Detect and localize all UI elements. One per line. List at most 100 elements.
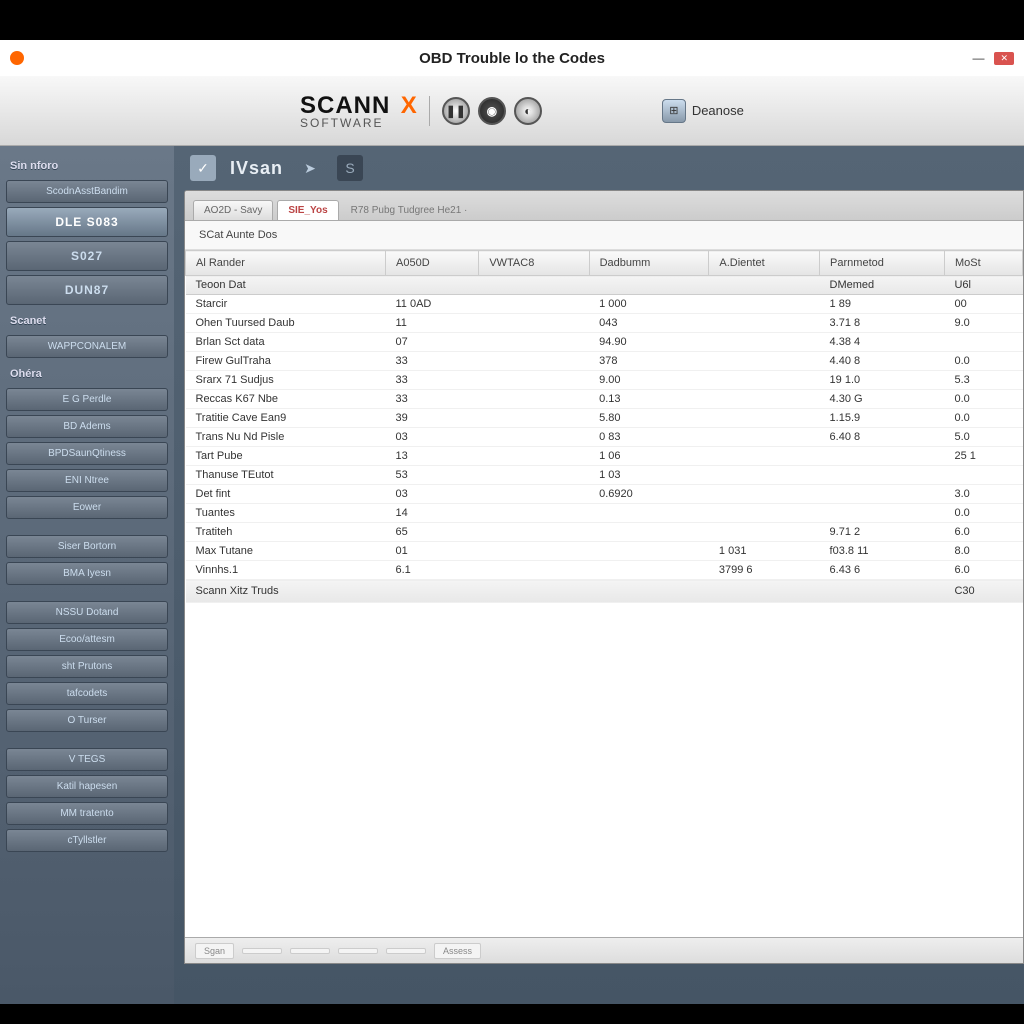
- table-cell: [709, 485, 820, 504]
- table-row[interactable]: Tratiteh659.71 26.0: [186, 523, 1023, 542]
- table-cell: 9.71 2: [820, 523, 945, 542]
- minimize-button[interactable]: —: [968, 49, 988, 67]
- close-button[interactable]: ✕: [994, 52, 1014, 65]
- sidebar-item[interactable]: Siser Bortorn: [6, 535, 168, 558]
- tab[interactable]: SIE_Yos: [277, 200, 338, 220]
- tab[interactable]: AO2D - Savy: [193, 200, 273, 220]
- table-cell: 8.0: [944, 542, 1022, 561]
- table-row[interactable]: Scann Xitz TrudsC30: [186, 580, 1023, 603]
- toolbar-item[interactable]: [386, 948, 426, 954]
- toolbar-item[interactable]: Assess: [434, 943, 481, 959]
- toolbar-item[interactable]: Sgan: [195, 943, 234, 959]
- sidebar-item[interactable]: O Turser: [6, 709, 168, 732]
- table-wrap[interactable]: Al RanderA050DVWTAC8DadbummA.DientetParn…: [185, 250, 1023, 937]
- sidebar-item[interactable]: MM tratento: [6, 802, 168, 825]
- table-cell: Thanuse TEutot: [186, 466, 386, 485]
- column-header[interactable]: Dadbumm: [589, 251, 709, 276]
- table-row[interactable]: Thanuse TEutot531 03: [186, 466, 1023, 485]
- table-row[interactable]: Tuantes140.0: [186, 504, 1023, 523]
- app-icon: [10, 51, 24, 65]
- table-row[interactable]: Det fint030.69203.0: [186, 485, 1023, 504]
- table-cell: 65: [386, 523, 479, 542]
- table-cell: [709, 409, 820, 428]
- table-row[interactable]: Brlan Sct data0794.904.38 4: [186, 333, 1023, 352]
- table-row[interactable]: Firew GulTraha333784.40 80.0: [186, 352, 1023, 371]
- table-cell: 11: [386, 314, 479, 333]
- table-cell: 1 89: [820, 295, 945, 314]
- sidebar-item[interactable]: V TEGS: [6, 748, 168, 771]
- sidebar-item[interactable]: Eower: [6, 496, 168, 519]
- table-row[interactable]: Teoon DatDMemedU6l: [186, 276, 1023, 295]
- sidebar-item[interactable]: WAPPCONALEM: [6, 335, 168, 358]
- sidebar-item[interactable]: BD Adems: [6, 415, 168, 438]
- column-header[interactable]: MoSt: [944, 251, 1022, 276]
- column-header[interactable]: A050D: [386, 251, 479, 276]
- table-cell: 14: [386, 504, 479, 523]
- signal-icon[interactable]: ➤: [297, 155, 323, 181]
- sidebar-section-3: Ohéra: [6, 362, 168, 384]
- brand-x-icon: X: [401, 92, 417, 119]
- table-row[interactable]: Max Tutane011 031f03.8 118.0: [186, 542, 1023, 561]
- brand-sub: SOFTWARE: [300, 116, 417, 130]
- sidebar-item[interactable]: BPDSaunQtiness: [6, 442, 168, 465]
- table-row[interactable]: Tratitie Cave Ean9395.801.15.90.0: [186, 409, 1023, 428]
- table-cell: 6.0: [944, 523, 1022, 542]
- column-header[interactable]: A.Dientet: [709, 251, 820, 276]
- table-cell: 94.90: [589, 333, 709, 352]
- toolbar-item[interactable]: [242, 948, 282, 954]
- toolbar-item[interactable]: [290, 948, 330, 954]
- table-cell: [820, 447, 945, 466]
- record-icon[interactable]: ◉: [478, 97, 506, 125]
- tool-icon[interactable]: S: [337, 155, 363, 181]
- table-cell: 0.0: [944, 409, 1022, 428]
- sidebar-item[interactable]: BMA Iyesn: [6, 562, 168, 585]
- sidebar-item[interactable]: Katil hapesen: [6, 775, 168, 798]
- table-cell: [479, 371, 589, 390]
- table-cell: Vinnhs.1: [186, 561, 386, 580]
- column-header[interactable]: VWTAC8: [479, 251, 589, 276]
- toolbar-item[interactable]: [338, 948, 378, 954]
- table-row[interactable]: Trans Nu Nd Pisle030 836.40 85.0: [186, 428, 1023, 447]
- sidebar-item[interactable]: sht Prutons: [6, 655, 168, 678]
- check-icon[interactable]: ✓: [190, 155, 216, 181]
- pause-icon[interactable]: ❚❚: [442, 97, 470, 125]
- sidebar-item[interactable]: S027: [6, 241, 168, 271]
- table-row[interactable]: Tart Pube131 0625 1: [186, 447, 1023, 466]
- sidebar-item[interactable]: E G Perdle: [6, 388, 168, 411]
- table-row[interactable]: Srarx 71 Sudjus339.0019 1.05.3: [186, 371, 1023, 390]
- sidebar-item[interactable]: ScodnAsstBandim: [6, 180, 168, 203]
- table-cell: 01: [386, 542, 479, 561]
- table-cell: [479, 428, 589, 447]
- table-cell: 4.38 4: [820, 333, 945, 352]
- table-cell: 0.0: [944, 352, 1022, 371]
- table-cell: [479, 314, 589, 333]
- sidebar-item[interactable]: Ecoo/attesm: [6, 628, 168, 651]
- table-cell: 3.71 8: [820, 314, 945, 333]
- sidebar-item[interactable]: DUN87: [6, 275, 168, 305]
- table-cell: U6l: [944, 276, 1022, 295]
- diagnose-button[interactable]: ⊞ Deanose: [662, 99, 744, 123]
- table-row[interactable]: Vinnhs.16.13799 66.43 66.0: [186, 561, 1023, 580]
- table-cell: 53: [386, 466, 479, 485]
- table-row[interactable]: Ohen Tuursed Daub110433.71 89.0: [186, 314, 1023, 333]
- table-cell: [709, 352, 820, 371]
- table-cell: [479, 580, 589, 603]
- table-row[interactable]: Starcir11 0AD1 0001 8900: [186, 295, 1023, 314]
- table-cell: 3799 6: [709, 561, 820, 580]
- table-row[interactable]: Reccas K67 Nbe330.134.30 G0.0: [186, 390, 1023, 409]
- window-title: OBD Trouble lo the Codes: [419, 50, 605, 67]
- column-header[interactable]: Parnmetod: [820, 251, 945, 276]
- sidebar-item[interactable]: DLE S083: [6, 207, 168, 237]
- sidebar-item[interactable]: ENI Ntree: [6, 469, 168, 492]
- sidebar-item[interactable]: NSSU Dotand: [6, 601, 168, 624]
- column-header[interactable]: Al Rander: [186, 251, 386, 276]
- sidebar-item[interactable]: tafcodets: [6, 682, 168, 705]
- table-cell: [709, 276, 820, 295]
- table-cell: 5.0: [944, 428, 1022, 447]
- tab-trail: R78 Pubg Tudgree He21 ·: [351, 205, 468, 220]
- sidebar-item[interactable]: cTyllstler: [6, 829, 168, 852]
- table-cell: 1 06: [589, 447, 709, 466]
- table-cell: 19 1.0: [820, 371, 945, 390]
- gauge-icon[interactable]: ◐: [514, 97, 542, 125]
- table-cell: 4.40 8: [820, 352, 945, 371]
